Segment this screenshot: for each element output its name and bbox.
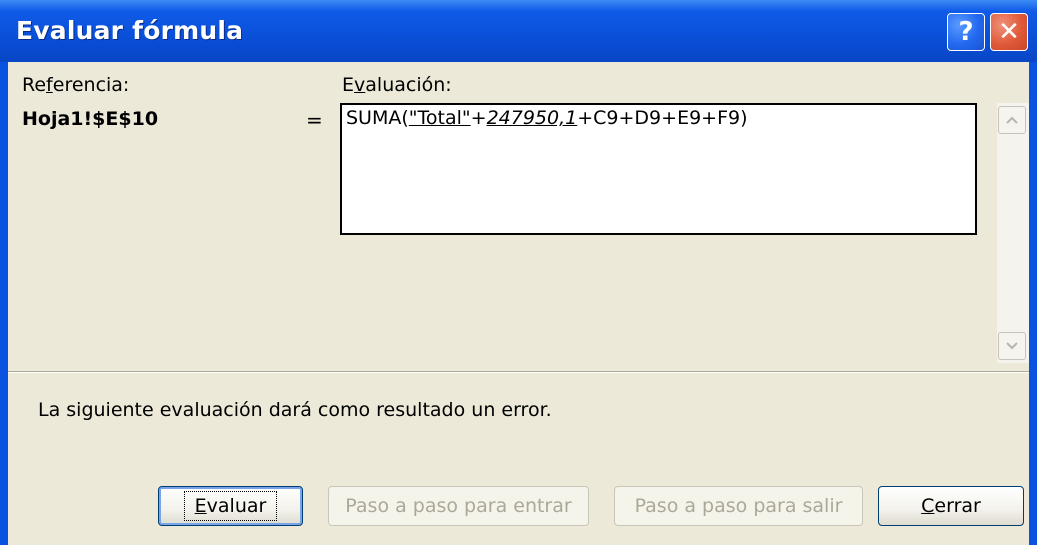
scroll-up-button[interactable] [998, 106, 1026, 134]
dialog-body: Referencia: Evaluación: Hoja1!$E$10 = SU… [8, 62, 1029, 545]
evaluation-scrollbar[interactable] [997, 103, 1029, 363]
close-window-button[interactable]: ✕ [990, 13, 1028, 51]
formula-prefix: SUMA( [346, 107, 409, 129]
help-icon: ? [958, 17, 974, 47]
close-button[interactable]: Cerrar [878, 486, 1024, 526]
chevron-down-icon [1006, 342, 1018, 350]
evaluate-button[interactable]: Evaluar [158, 486, 303, 526]
step-out-button[interactable]: Paso a paso para salir [614, 486, 863, 526]
equals-sign: = [306, 108, 323, 132]
close-button-label: Cerrar [921, 495, 981, 517]
window-title: Evaluar fórmula [16, 16, 244, 45]
evaluation-label: Evaluación: [342, 74, 452, 96]
help-button[interactable]: ? [947, 13, 985, 51]
formula-suffix: +C9+D9+E9+F9) [577, 107, 748, 129]
formula-evaluated-value: 247950,1 [486, 107, 578, 129]
error-message: La siguiente evaluación dará como result… [38, 399, 552, 421]
step-in-button[interactable]: Paso a paso para entrar [328, 486, 589, 526]
chevron-up-icon [1006, 116, 1018, 124]
reference-value: Hoja1!$E$10 [22, 108, 159, 130]
title-bar[interactable]: Evaluar fórmula ? ✕ [0, 0, 1037, 62]
reference-label: Referencia: [22, 74, 130, 96]
scroll-down-button[interactable] [998, 332, 1026, 360]
separator [8, 371, 1029, 373]
formula-operator: + [470, 107, 487, 129]
formula-underlined-ref: "Total" [408, 107, 471, 129]
evaluate-button-label: Evaluar [183, 491, 278, 521]
evaluation-textbox[interactable]: SUMA("Total"+247950,1+C9+D9+E9+F9) [340, 103, 977, 235]
evaluate-formula-dialog: Evaluar fórmula ? ✕ Referencia: Evaluaci… [0, 0, 1037, 545]
close-icon: ✕ [998, 17, 1020, 47]
